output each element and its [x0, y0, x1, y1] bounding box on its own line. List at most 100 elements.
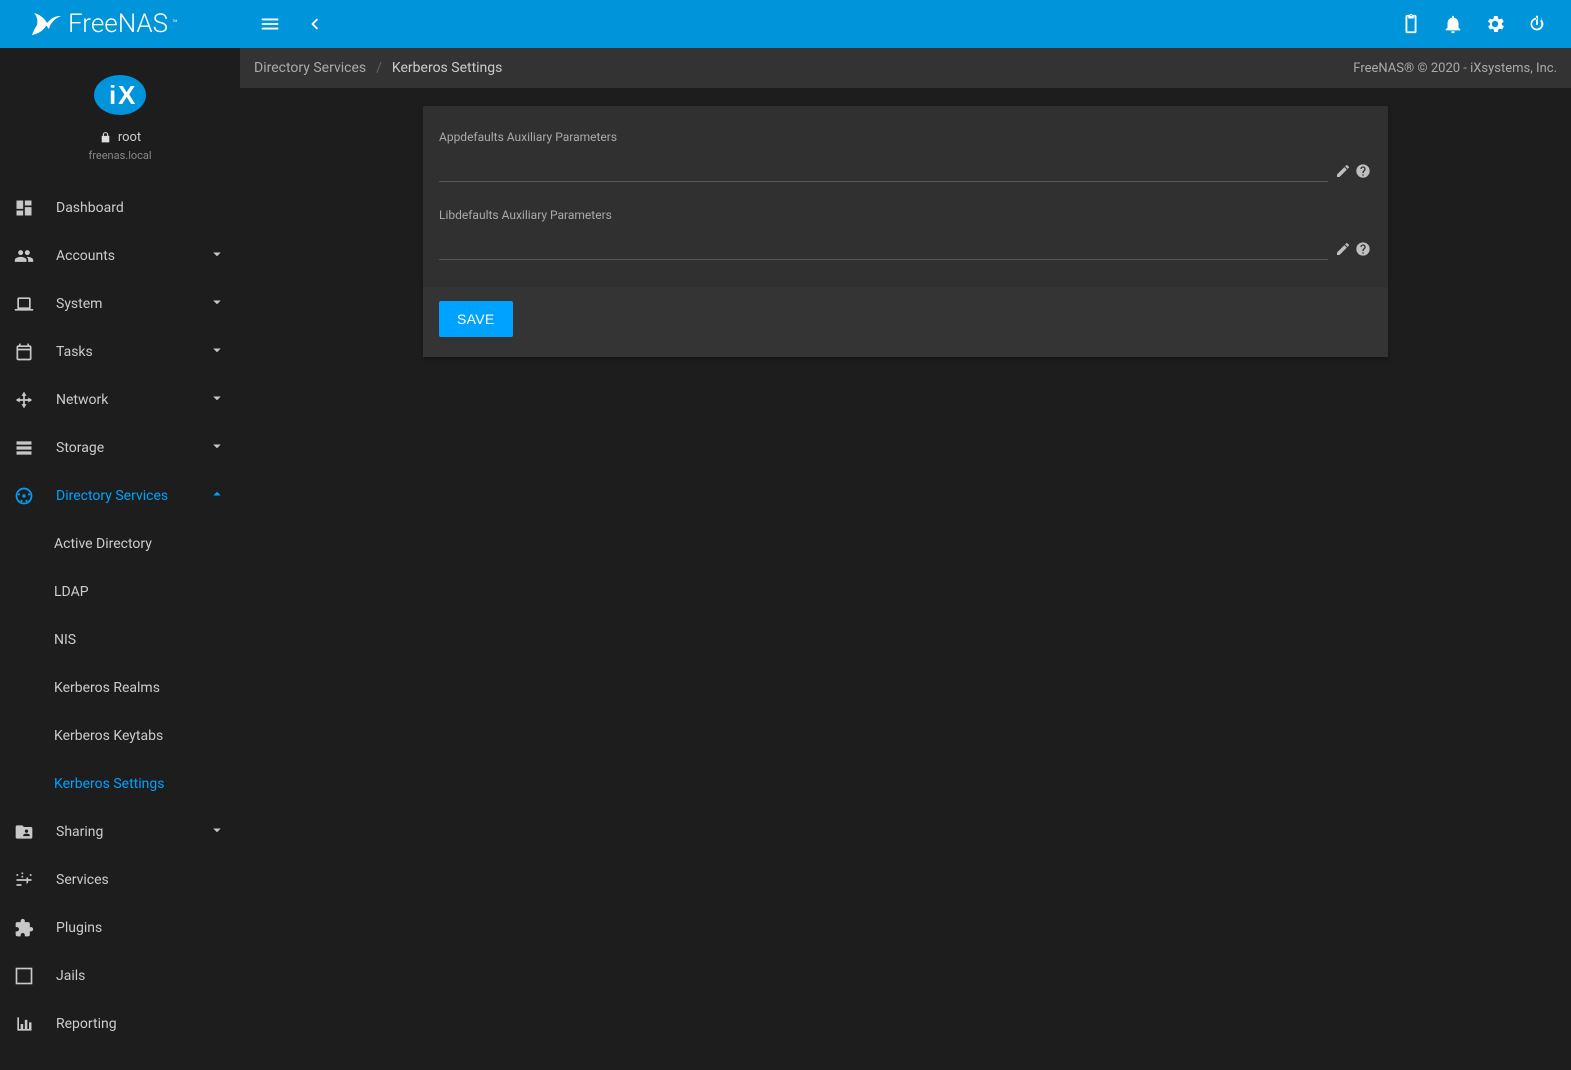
- nav-label: System: [56, 296, 208, 312]
- edit-button[interactable]: [1334, 162, 1352, 180]
- help-button[interactable]: [1354, 240, 1372, 258]
- jail-icon: [12, 964, 36, 988]
- nav-sub-kerberos-realms[interactable]: Kerberos Realms: [0, 664, 240, 712]
- field-libdefaults: Libdefaults Auxiliary Parameters: [439, 202, 1372, 260]
- settings-card: Appdefaults Auxiliary Parameters Libdefau…: [423, 106, 1388, 357]
- nav-item-storage[interactable]: Storage: [0, 424, 240, 472]
- nav-label: Directory Services: [56, 488, 208, 504]
- field-label: Appdefaults Auxiliary Parameters: [439, 130, 1372, 144]
- help-icon: [1355, 163, 1371, 179]
- chevron-down-icon: [208, 341, 226, 363]
- alerts-button[interactable]: [1433, 4, 1473, 44]
- nav-item-sharing[interactable]: Sharing: [0, 808, 240, 856]
- nav-item-plugins[interactable]: Plugins: [0, 904, 240, 952]
- clipboard-icon: [1400, 13, 1422, 35]
- tune-icon: [12, 868, 36, 892]
- breadcrumb: Directory Services / Kerberos Settings: [254, 60, 502, 76]
- breadcrumb-separator: /: [376, 60, 382, 76]
- chart-icon: [12, 1012, 36, 1036]
- brand: FreeNAS ™: [0, 0, 240, 48]
- bell-icon: [1442, 13, 1464, 35]
- storage-icon: [12, 436, 36, 460]
- edit-icon: [1335, 241, 1351, 257]
- chevron-down-icon: [208, 389, 226, 411]
- back-button[interactable]: [294, 4, 334, 44]
- sidebar-user: root: [99, 130, 141, 145]
- libdefaults-input[interactable]: [439, 228, 1328, 259]
- sidebar-header: i X root freenas.local: [0, 48, 240, 172]
- nav-label: Jails: [56, 968, 226, 984]
- nav-list: Dashboard Accounts System Tasks Network Stora…: [0, 172, 240, 1070]
- help-icon: [1355, 241, 1371, 257]
- nav-sub-kerberos-settings[interactable]: Kerberos Settings: [0, 760, 240, 808]
- nav-label: Dashboard: [56, 200, 226, 216]
- laptop-icon: [12, 292, 36, 316]
- nav-label: Plugins: [56, 920, 226, 936]
- shark-icon: [30, 11, 62, 37]
- gear-icon: [1484, 13, 1506, 35]
- field-label: Libdefaults Auxiliary Parameters: [439, 208, 1372, 222]
- power-icon: [1526, 13, 1548, 35]
- nav-item-accounts[interactable]: Accounts: [0, 232, 240, 280]
- nav-item-tasks[interactable]: Tasks: [0, 328, 240, 376]
- chevron-down-icon: [208, 821, 226, 843]
- people-icon: [12, 244, 36, 268]
- help-button[interactable]: [1354, 162, 1372, 180]
- appdefaults-input[interactable]: [439, 150, 1328, 181]
- save-button[interactable]: SAVE: [439, 301, 513, 337]
- topbar: FreeNAS ™: [0, 0, 1571, 48]
- nav-label: Sharing: [56, 824, 208, 840]
- nav-item-jails[interactable]: Jails: [0, 952, 240, 1000]
- dashboard-icon: [12, 196, 36, 220]
- nav-item-directory-services[interactable]: Directory Services: [0, 472, 240, 520]
- svg-text:X: X: [118, 80, 136, 110]
- trademark: ™: [172, 19, 178, 29]
- chevron-down-icon: [208, 437, 226, 459]
- calendar-icon: [12, 340, 36, 364]
- ix-logo-icon: i X: [92, 74, 148, 116]
- folder-shared-icon: [12, 820, 36, 844]
- chevron-left-icon: [303, 13, 325, 35]
- nav-label: Services: [56, 872, 226, 888]
- nav-item-system[interactable]: System: [0, 280, 240, 328]
- extension-icon: [12, 916, 36, 940]
- chevron-down-icon: [208, 293, 226, 315]
- main: Directory Services / Kerberos Settings F…: [240, 48, 1571, 1070]
- nav-label: Accounts: [56, 248, 208, 264]
- content: Appdefaults Auxiliary Parameters Libdefau…: [240, 88, 1571, 1070]
- edit-button[interactable]: [1334, 240, 1352, 258]
- nav-sub-kerberos-keytabs[interactable]: Kerberos Keytabs: [0, 712, 240, 760]
- card-actions: SAVE: [423, 287, 1388, 357]
- nav-sub-nis[interactable]: NIS: [0, 616, 240, 664]
- subbar: Directory Services / Kerberos Settings F…: [240, 48, 1571, 88]
- hostname: freenas.local: [88, 149, 151, 162]
- power-button[interactable]: [1517, 4, 1557, 44]
- nav-item-services[interactable]: Services: [0, 856, 240, 904]
- brand-text: FreeNAS: [68, 9, 168, 39]
- toggle-sidebar-button[interactable]: [250, 4, 290, 44]
- nav-item-dashboard[interactable]: Dashboard: [0, 184, 240, 232]
- nav-label: Tasks: [56, 344, 208, 360]
- nav-label: Storage: [56, 440, 208, 456]
- menu-icon: [259, 13, 281, 35]
- nav-label: Network: [56, 392, 208, 408]
- edit-icon: [1335, 163, 1351, 179]
- username: root: [118, 130, 141, 145]
- lock-icon: [99, 131, 112, 144]
- nav-label: Reporting: [56, 1016, 226, 1032]
- svg-text:i: i: [109, 80, 116, 110]
- tasks-button[interactable]: [1391, 4, 1431, 44]
- hub-icon: [12, 388, 36, 412]
- nav-item-reporting[interactable]: Reporting: [0, 1000, 240, 1048]
- ball-icon: [12, 484, 36, 508]
- breadcrumb-current: Kerberos Settings: [392, 60, 502, 76]
- sidebar: i X root freenas.local Dashboard Accounts…: [0, 48, 240, 1070]
- chevron-up-icon: [208, 485, 226, 507]
- nav-sub-active-directory[interactable]: Active Directory: [0, 520, 240, 568]
- copyright: FreeNAS® © 2020 - iXsystems, Inc.: [1353, 61, 1557, 76]
- nav-sub-ldap[interactable]: LDAP: [0, 568, 240, 616]
- nav-item-network[interactable]: Network: [0, 376, 240, 424]
- settings-button[interactable]: [1475, 4, 1515, 44]
- chevron-down-icon: [208, 245, 226, 267]
- breadcrumb-parent[interactable]: Directory Services: [254, 60, 366, 76]
